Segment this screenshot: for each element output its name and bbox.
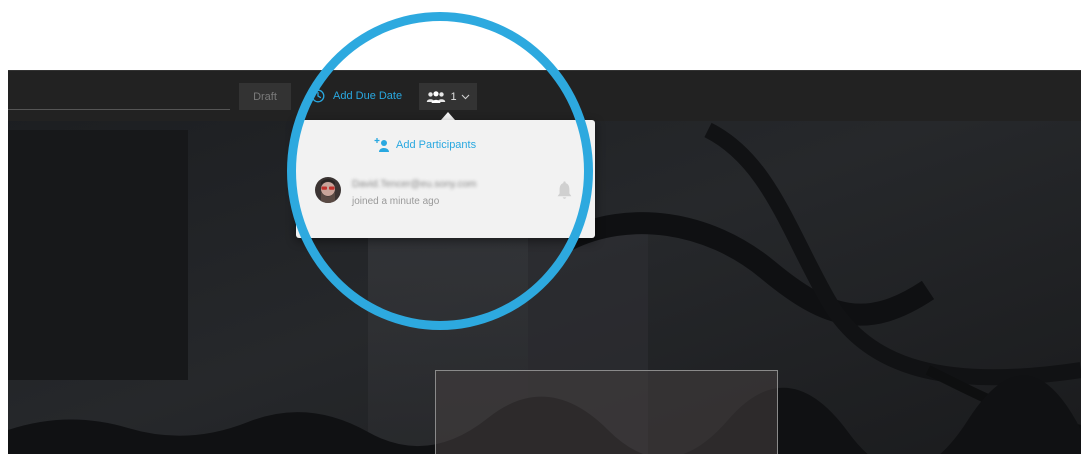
add-participants-button[interactable]: Add Participants	[374, 137, 476, 153]
participants-dropdown-button[interactable]: 1	[419, 83, 477, 110]
participant-count: 1	[450, 90, 457, 103]
popover-arrow	[441, 112, 455, 120]
participants-icon	[427, 90, 446, 103]
bell-icon[interactable]	[556, 181, 573, 201]
draft-button-label: Draft	[253, 90, 277, 103]
add-due-date-button[interactable]: Add Due Date	[311, 85, 402, 107]
app-window: Draft Add Due Date 1 Add Participants Da…	[8, 70, 1081, 454]
chevron-down-icon	[461, 94, 469, 99]
add-participants-label: Add Participants	[396, 139, 477, 151]
toolbar: Draft Add Due Date 1	[8, 70, 1081, 121]
add-participant-icon	[374, 138, 389, 152]
title-input-underline[interactable]	[8, 109, 230, 110]
participant-email: David.Tencer@eu.sony.com	[352, 179, 477, 190]
participant-joined-status: joined a minute ago	[352, 196, 440, 207]
participants-popover: Add Participants David.Tencer@eu.sony.co…	[296, 120, 595, 238]
participant-row: David.Tencer@eu.sony.com joined a minute…	[315, 175, 580, 213]
clock-icon	[311, 89, 325, 103]
draft-button[interactable]: Draft	[239, 83, 291, 110]
screenshot-stage: Draft Add Due Date 1 Add Participants Da…	[0, 0, 1081, 454]
add-due-date-label: Add Due Date	[333, 90, 403, 102]
media-preview-frame	[435, 370, 778, 454]
avatar	[315, 177, 341, 203]
